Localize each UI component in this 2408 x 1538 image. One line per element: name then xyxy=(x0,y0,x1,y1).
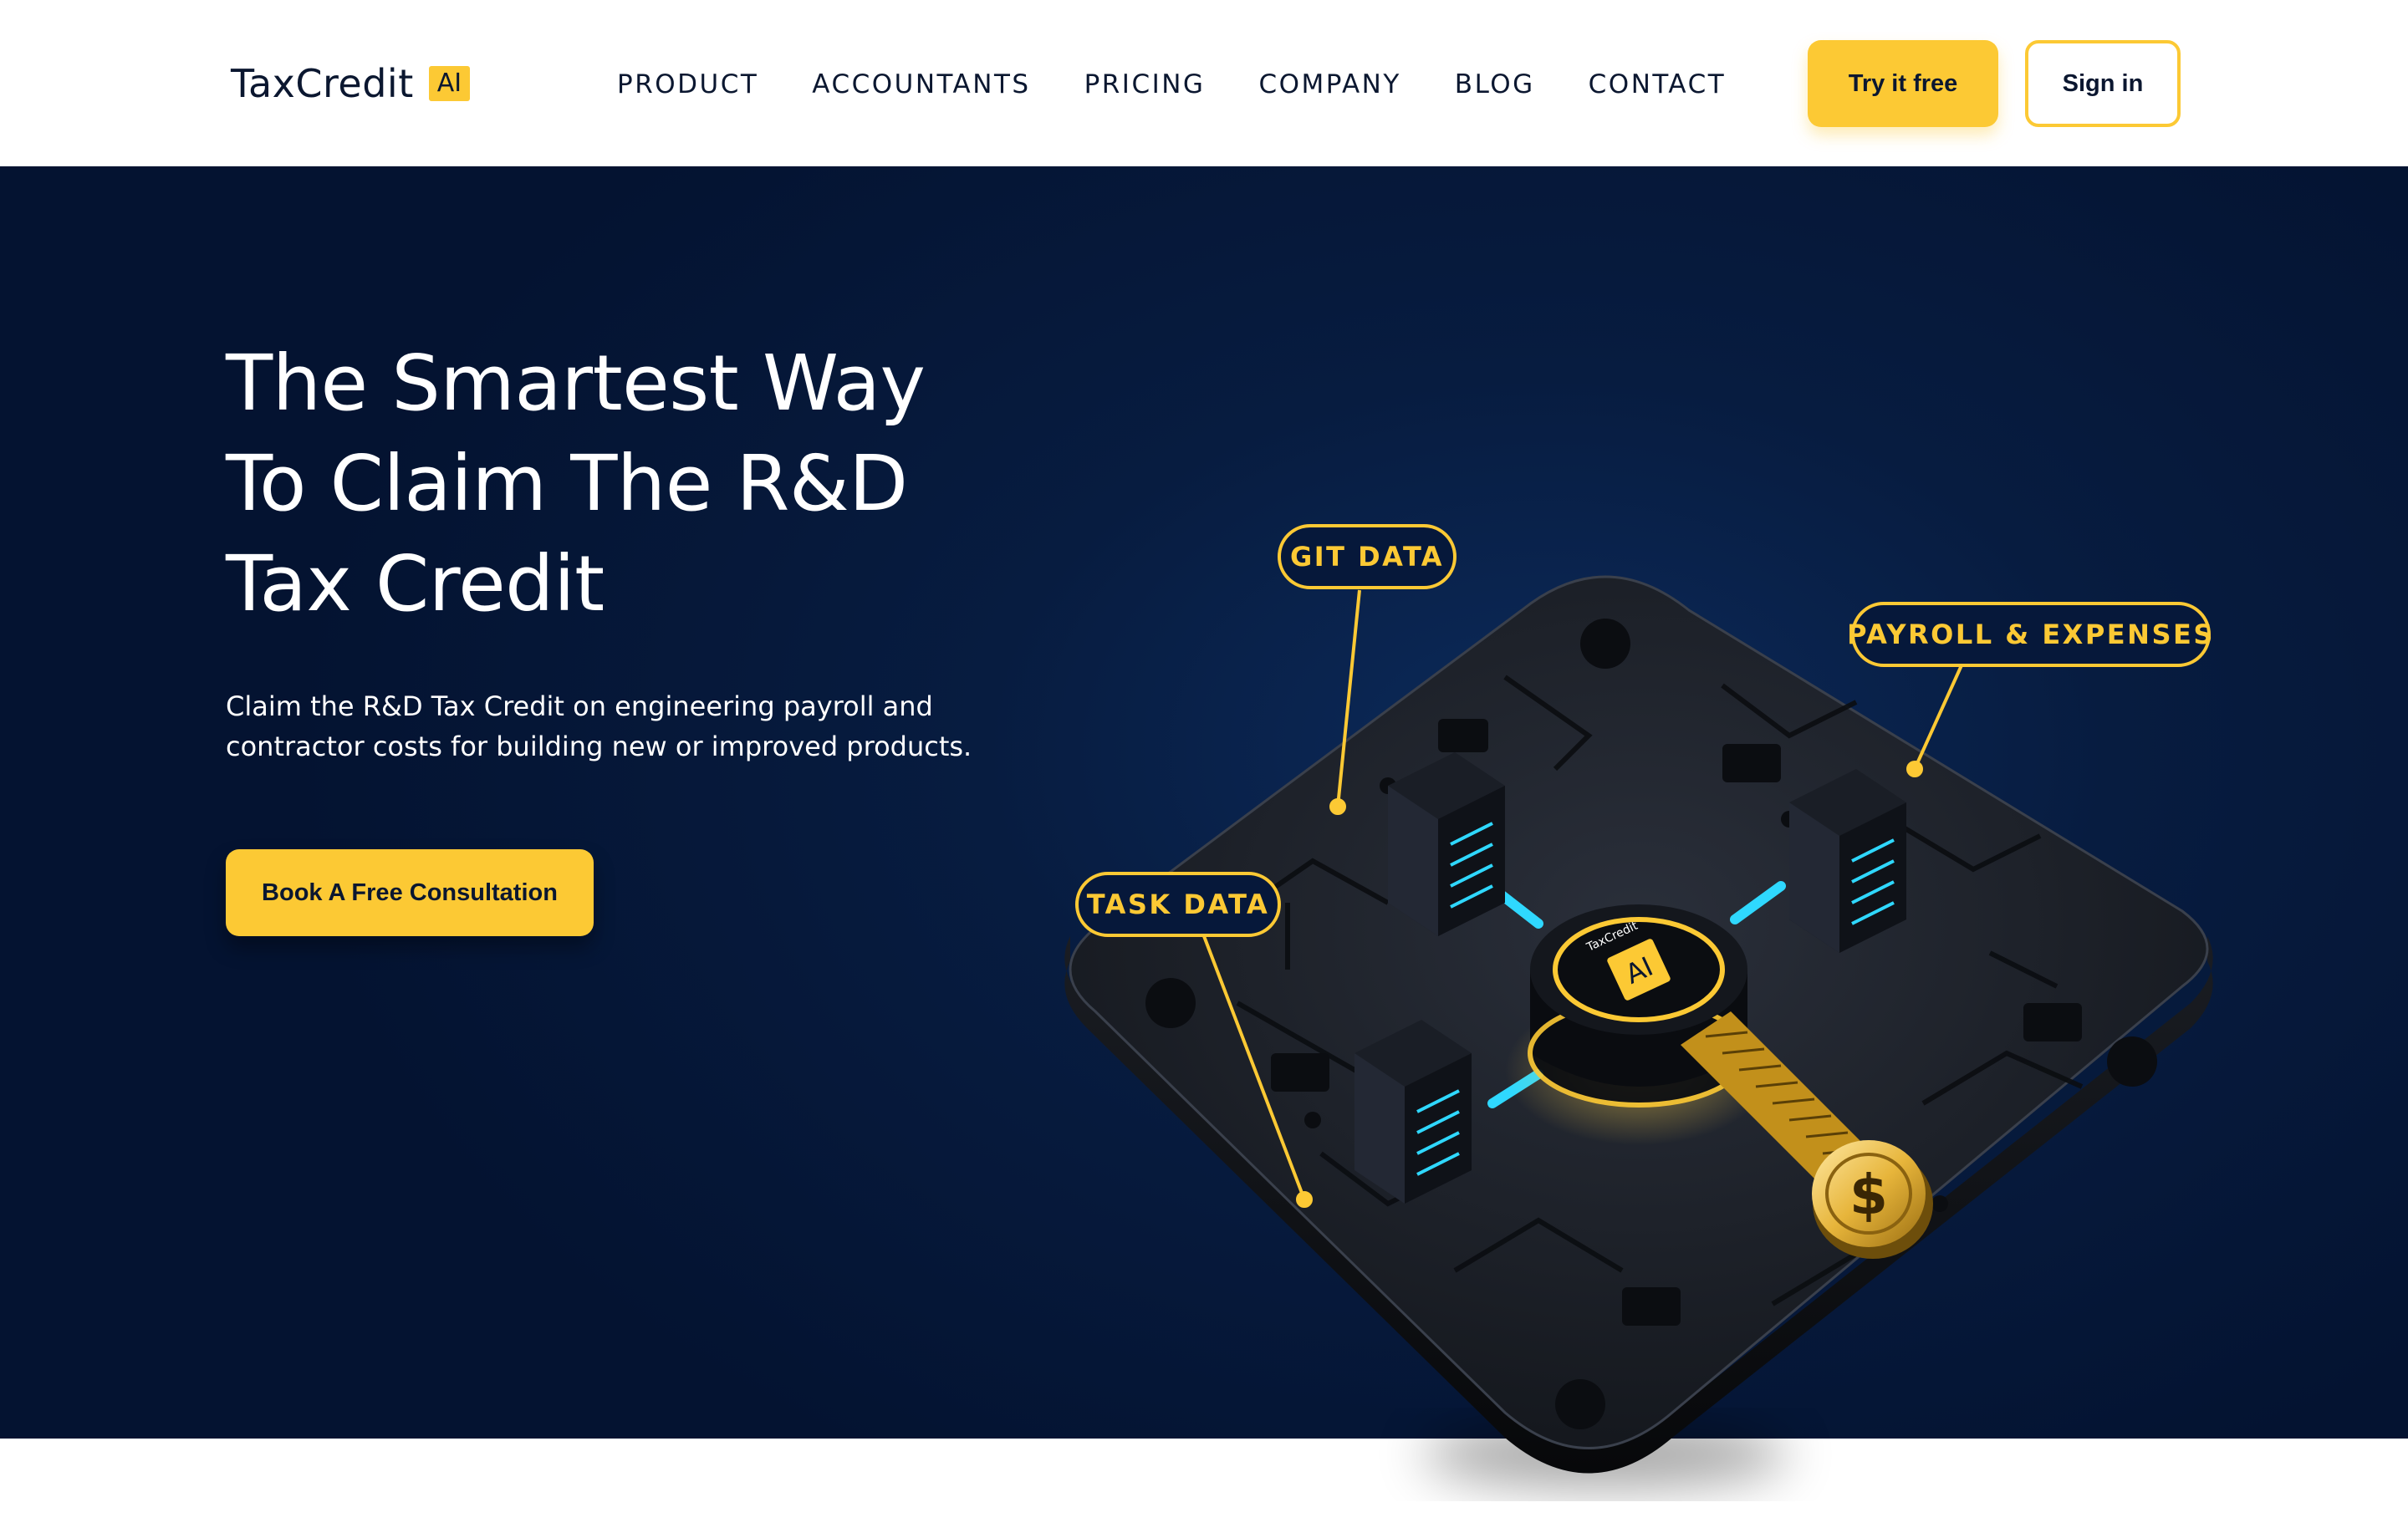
nav-blog[interactable]: BLOG xyxy=(1455,69,1535,99)
book-consultation-button[interactable]: Book A Free Consultation xyxy=(226,849,594,936)
payroll-expenses-callout: PAYROLL & EXPENSES xyxy=(1847,602,2212,667)
task-data-callout: TASK DATA xyxy=(1075,872,1281,937)
coin-symbol: $ xyxy=(1849,1163,1888,1227)
hero-subtitle-line-1: Claim the R&D Tax Credit on engineering … xyxy=(226,690,933,722)
git-data-callout: GIT DATA xyxy=(1278,524,1457,589)
hero-title: The Smartest Way To Claim The R&D Tax Cr… xyxy=(226,334,1062,634)
nav-product[interactable]: PRODUCT xyxy=(617,69,758,99)
nav-pricing[interactable]: PRICING xyxy=(1084,69,1206,99)
sign-in-button[interactable]: Sign in xyxy=(2025,40,2181,127)
nav-accountants[interactable]: ACCOUNTANTS xyxy=(812,69,1030,99)
git-server-block xyxy=(1388,752,1505,936)
hero-title-line-2: To Claim The R&D xyxy=(226,439,908,528)
nav-contact[interactable]: CONTACT xyxy=(1589,69,1727,99)
payroll-server-block xyxy=(1789,769,1906,953)
hero-title-line-1: The Smartest Way xyxy=(226,339,926,428)
nav-company[interactable]: COMPANY xyxy=(1258,69,1400,99)
task-server-block xyxy=(1354,1020,1472,1204)
hero-title-line-3: Tax Credit xyxy=(226,539,605,629)
main-nav: PRODUCT ACCOUNTANTS PRICING COMPANY BLOG… xyxy=(617,65,1726,104)
hero-subtitle-line-2: contractor costs for building new or imp… xyxy=(226,731,972,762)
hero-subtitle: Claim the R&D Tax Credit on engineering … xyxy=(226,686,978,766)
logo-badge: AI xyxy=(428,66,471,101)
logo-text: TaxCredit xyxy=(231,61,414,106)
try-it-free-button[interactable]: Try it free xyxy=(1808,40,1998,127)
site-header: TaxCredit AI PRODUCT ACCOUNTANTS PRICING… xyxy=(0,0,2408,166)
logo[interactable]: TaxCredit AI xyxy=(231,59,471,109)
